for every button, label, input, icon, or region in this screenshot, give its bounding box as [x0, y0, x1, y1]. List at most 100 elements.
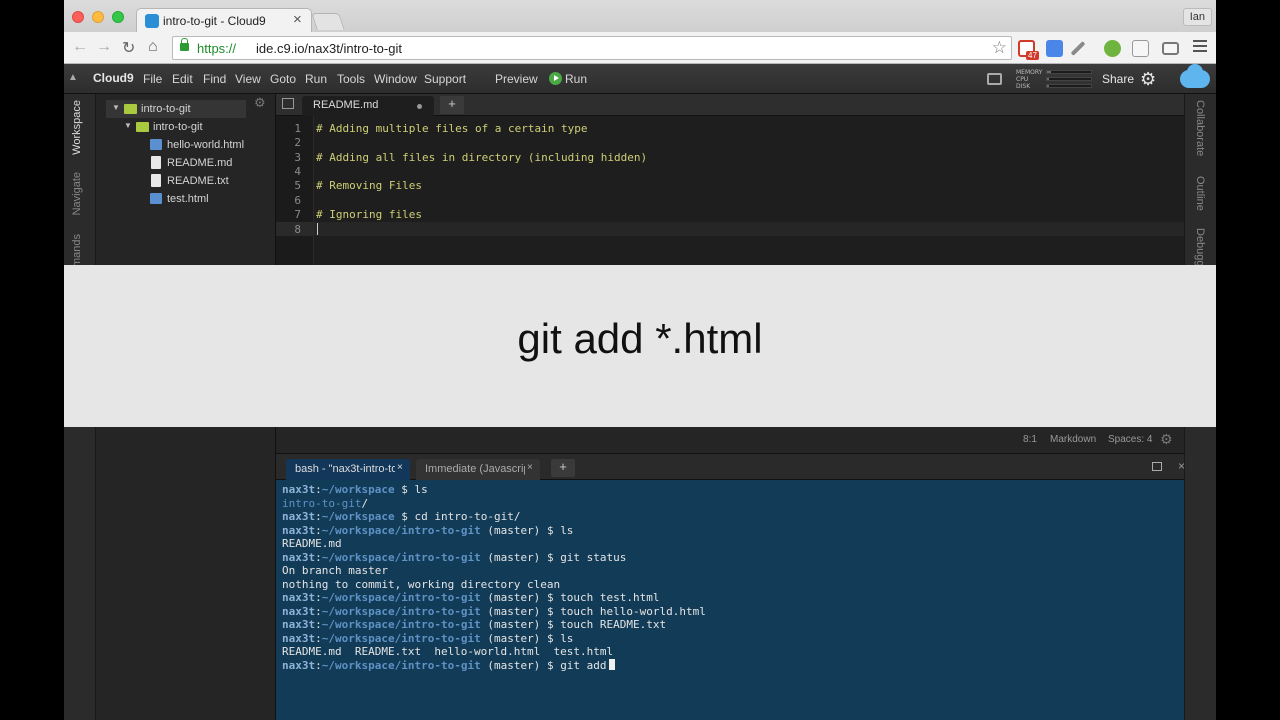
prompt-path: ~/workspace/intro-to-git: [321, 604, 481, 618]
tree-settings-icon[interactable]: ⚙: [254, 95, 266, 111]
menu-file[interactable]: File: [143, 72, 162, 86]
prompt-sep: :: [315, 483, 322, 496]
maximize-panel-icon[interactable]: [1152, 462, 1162, 471]
tree-file-readme-md[interactable]: README.md: [148, 154, 268, 172]
disk-meter: [1046, 84, 1092, 88]
signal-extension-icon[interactable]: [1132, 40, 1149, 57]
text-cursor: [317, 223, 318, 235]
browser-profile-button[interactable]: Ian: [1182, 8, 1212, 26]
browser-tab-active[interactable]: intro-to-git - Cloud9 ×: [136, 8, 312, 32]
menu-goto[interactable]: Goto: [270, 72, 296, 86]
run-button[interactable]: Run: [565, 72, 587, 86]
close-tab-icon[interactable]: ×: [527, 462, 533, 473]
terminal-output[interactable]: nax3t: ~/workspace $ ls intro-to-git/ nax…: [276, 480, 1184, 720]
preview-button[interactable]: Preview: [495, 72, 538, 86]
new-tab-button[interactable]: [311, 13, 345, 30]
html-file-icon: [150, 193, 162, 204]
evernote-extension-icon[interactable]: [1104, 40, 1121, 57]
terminal-output-slash: /: [361, 496, 369, 510]
tree-root-folder[interactable]: ▼ intro-to-git: [106, 100, 246, 118]
cpu-meter-label: CPU: [1016, 76, 1029, 83]
new-editor-tab-button[interactable]: +: [440, 96, 464, 114]
home-icon[interactable]: ⌂: [148, 38, 158, 56]
cursor-position[interactable]: 8:1: [1023, 434, 1037, 445]
terminal-line: intro-to-git/: [282, 497, 1184, 511]
browser-tab-close-icon[interactable]: ×: [293, 11, 302, 28]
line-number: 1: [294, 122, 301, 135]
back-arrow-icon[interactable]: ←: [72, 38, 88, 56]
menu-view[interactable]: View: [235, 72, 261, 86]
screencast-extension-icon[interactable]: [1162, 42, 1179, 55]
code-line: # Ignoring files: [316, 208, 422, 221]
editor-settings-gear-icon[interactable]: ⚙: [1160, 431, 1173, 448]
tab-navigate[interactable]: Navigate: [71, 172, 83, 215]
menu-window[interactable]: Window: [374, 72, 417, 86]
prompt-path: ~/workspace: [321, 510, 395, 523]
reload-icon[interactable]: ↻: [122, 38, 135, 58]
window-close-button[interactable]: [72, 11, 84, 23]
menu-edit[interactable]: Edit: [172, 72, 193, 86]
menu-find[interactable]: Find: [203, 72, 226, 86]
prompt-dollar: $: [546, 523, 554, 537]
terminal-line: nax3t:~/workspace $ cd intro-to-git/: [282, 510, 1184, 524]
memory-meter-fill: [1047, 71, 1052, 73]
tab-bash-terminal[interactable]: bash - "nax3t-intro-to-git" ×: [286, 459, 410, 480]
active-line-highlight: [314, 222, 1184, 236]
new-terminal-tab-button[interactable]: +: [551, 459, 575, 477]
run-play-icon[interactable]: [549, 72, 562, 85]
menu-support[interactable]: Support: [424, 72, 466, 86]
screenshot-camera-icon[interactable]: [987, 73, 1002, 85]
menu-tools[interactable]: Tools: [337, 72, 365, 86]
tab-outline[interactable]: Outline: [1194, 176, 1206, 211]
tab-immediate[interactable]: Immediate (Javascript) ×: [416, 459, 540, 480]
tab-collaborate[interactable]: Collaborate: [1194, 100, 1206, 156]
prompt-path: ~/workspace/intro-to-git: [321, 631, 481, 645]
color-picker-extension-icon[interactable]: [1070, 41, 1086, 56]
toggle-panel-icon[interactable]: [282, 98, 294, 109]
prompt-branch: (master): [487, 550, 541, 564]
tree-file-hello-world[interactable]: hello-world.html: [148, 136, 268, 154]
tree-item-label: test.html: [167, 193, 209, 205]
cloud9-favicon-icon: [145, 14, 159, 28]
cloud9-cloud-icon[interactable]: [1180, 64, 1210, 88]
terminal-command: git add: [560, 658, 607, 672]
prompt-user: nax3t: [282, 618, 316, 631]
cloud9-menu[interactable]: Cloud9: [93, 71, 134, 85]
prompt-path: ~/workspace/intro-to-git: [321, 550, 481, 564]
window-maximize-button[interactable]: [112, 11, 124, 23]
share-button[interactable]: Share: [1102, 72, 1134, 86]
bookmark-star-icon[interactable]: ☆: [992, 38, 1007, 58]
settings-gear-icon[interactable]: ⚙: [1140, 69, 1156, 90]
close-panel-icon[interactable]: ×: [1178, 459, 1185, 473]
tree-file-readme-txt[interactable]: README.txt: [148, 172, 268, 190]
syntax-mode[interactable]: Markdown: [1050, 434, 1096, 445]
gmail-unread-badge: 47: [1026, 51, 1039, 60]
indent-setting[interactable]: Spaces: 4: [1108, 434, 1152, 445]
collapse-menubar-icon[interactable]: ▲: [68, 72, 78, 83]
translate-extension-icon[interactable]: [1046, 40, 1063, 57]
caret-down-icon[interactable]: ▼: [112, 103, 120, 112]
terminal-command: ls: [560, 523, 574, 537]
terminal-line: README.md README.txt hello-world.html te…: [282, 645, 614, 658]
forward-arrow-icon[interactable]: →: [96, 38, 112, 56]
tree-item-label: README.txt: [167, 175, 229, 187]
terminal-command: ls: [414, 483, 428, 496]
prompt-user: nax3t: [282, 604, 316, 618]
editor-tab-readme[interactable]: README.md: [302, 96, 434, 116]
tree-subfolder[interactable]: ▼ intro-to-git: [118, 118, 258, 136]
browser-menu-icon[interactable]: [1193, 40, 1207, 42]
terminal-tab-bar: bash - "nax3t-intro-to-git" × Immediate …: [276, 454, 1185, 480]
menu-run[interactable]: Run: [305, 72, 327, 86]
close-tab-icon[interactable]: ×: [397, 462, 403, 473]
tab-workspace[interactable]: Workspace: [71, 100, 83, 155]
text-file-icon: [151, 174, 161, 187]
caret-down-icon[interactable]: ▼: [124, 121, 132, 130]
address-bar[interactable]: https:// ide.c9.io/nax3t/intro-to-git ☆: [172, 36, 1012, 60]
unsaved-dot-icon[interactable]: [417, 104, 422, 109]
terminal-line: On branch master: [282, 564, 388, 577]
prompt-branch: (master): [487, 618, 541, 631]
window-minimize-button[interactable]: [92, 11, 104, 23]
terminal-command: ls: [560, 631, 574, 645]
tree-item-label: intro-to-git: [141, 103, 191, 115]
tree-file-test-html[interactable]: test.html: [148, 190, 268, 208]
